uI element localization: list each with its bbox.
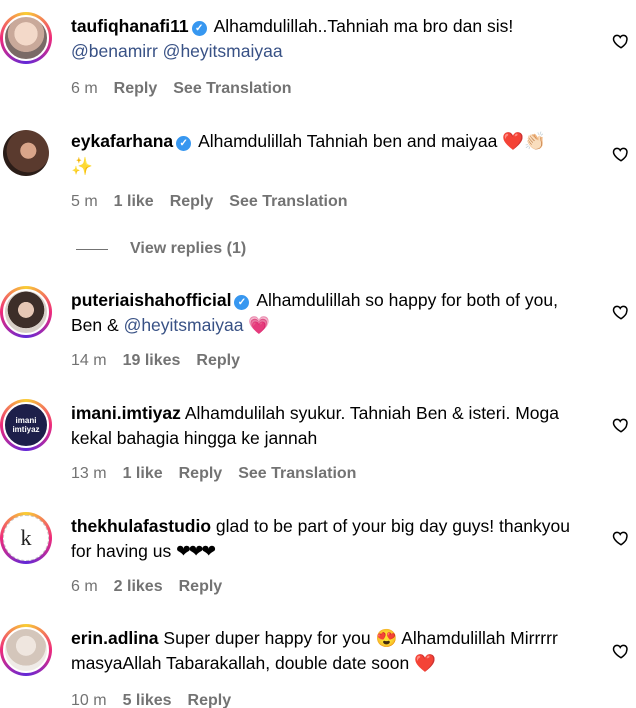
reply-button[interactable]: Reply bbox=[179, 578, 223, 596]
avatar[interactable] bbox=[0, 624, 52, 676]
heart-outline-icon[interactable] bbox=[612, 303, 630, 321]
divider bbox=[76, 248, 108, 250]
comment-time: 6 m bbox=[71, 80, 98, 97]
comment-mention[interactable]: @heyitsmaiyaa bbox=[124, 315, 244, 335]
likes-count[interactable]: 19 likes bbox=[123, 352, 181, 370]
reply-button[interactable]: Reply bbox=[179, 465, 223, 483]
likes-count[interactable]: 2 likes bbox=[114, 578, 163, 596]
avatar-logo-text: imani imtiyaz bbox=[12, 416, 40, 434]
comment-username[interactable]: thekhulafastudio bbox=[71, 516, 211, 536]
view-replies-label[interactable]: View replies (1) bbox=[130, 240, 246, 258]
avatar[interactable]: k bbox=[0, 512, 52, 564]
emoji: ❤️👏🏻 bbox=[502, 131, 546, 151]
avatar[interactable]: imani imtiyaz bbox=[0, 399, 52, 451]
emoji: 💗 bbox=[248, 315, 271, 335]
likes-count[interactable]: 1 like bbox=[123, 465, 163, 483]
comment-text: Alhamdulillah..Tahniah ma bro dan sis! bbox=[213, 16, 514, 36]
comment-text: Alhamdulillah Tahniah ben and maiyaa bbox=[198, 131, 498, 151]
comment-text: Super duper happy for you bbox=[163, 628, 371, 648]
comment-username[interactable]: puteriaishahofficial bbox=[71, 290, 231, 310]
comment-time: 13 m bbox=[71, 465, 107, 482]
emoji: ❤️ bbox=[414, 653, 436, 673]
verified-badge-icon: ✓ bbox=[234, 295, 250, 310]
verified-badge-icon: ✓ bbox=[191, 21, 207, 36]
view-replies-button[interactable]: View replies (1) bbox=[76, 240, 246, 258]
comment-username[interactable]: imani.imtiyaz bbox=[71, 403, 181, 423]
comment-time: 14 m bbox=[71, 352, 107, 369]
comment-mentions[interactable]: @benamirr @heyitsmaiyaa bbox=[71, 41, 283, 61]
see-translation-button[interactable]: See Translation bbox=[173, 80, 291, 98]
emoji: ❤❤❤ bbox=[176, 541, 216, 561]
reply-button[interactable]: Reply bbox=[114, 80, 158, 98]
comment-username[interactable]: taufiqhanafi11 bbox=[71, 16, 189, 36]
emoji: ✨ bbox=[71, 156, 93, 176]
avatar[interactable] bbox=[0, 127, 52, 179]
heart-outline-icon[interactable] bbox=[612, 32, 630, 50]
comment-username[interactable]: erin.adlina bbox=[71, 628, 159, 648]
heart-outline-icon[interactable] bbox=[612, 642, 630, 660]
reply-button[interactable]: Reply bbox=[196, 352, 240, 370]
verified-badge-icon: ✓ bbox=[176, 136, 192, 151]
comment-time: 6 m bbox=[71, 578, 98, 595]
avatar[interactable] bbox=[0, 286, 52, 338]
likes-count[interactable]: 5 likes bbox=[123, 692, 172, 708]
comment-username[interactable]: eykafarhana bbox=[71, 131, 173, 151]
avatar-logo-text: k bbox=[20, 525, 32, 550]
heart-outline-icon[interactable] bbox=[612, 529, 630, 547]
heart-outline-icon[interactable] bbox=[612, 416, 630, 434]
comment-time: 10 m bbox=[71, 692, 107, 708]
emoji: 😍 bbox=[375, 628, 398, 648]
likes-count[interactable]: 1 like bbox=[114, 193, 154, 211]
see-translation-button[interactable]: See Translation bbox=[229, 193, 347, 211]
see-translation-button[interactable]: See Translation bbox=[238, 465, 356, 483]
avatar[interactable] bbox=[0, 12, 52, 64]
reply-button[interactable]: Reply bbox=[188, 692, 232, 708]
heart-outline-icon[interactable] bbox=[612, 145, 630, 163]
comment-time: 5 m bbox=[71, 193, 98, 210]
reply-button[interactable]: Reply bbox=[170, 193, 214, 211]
